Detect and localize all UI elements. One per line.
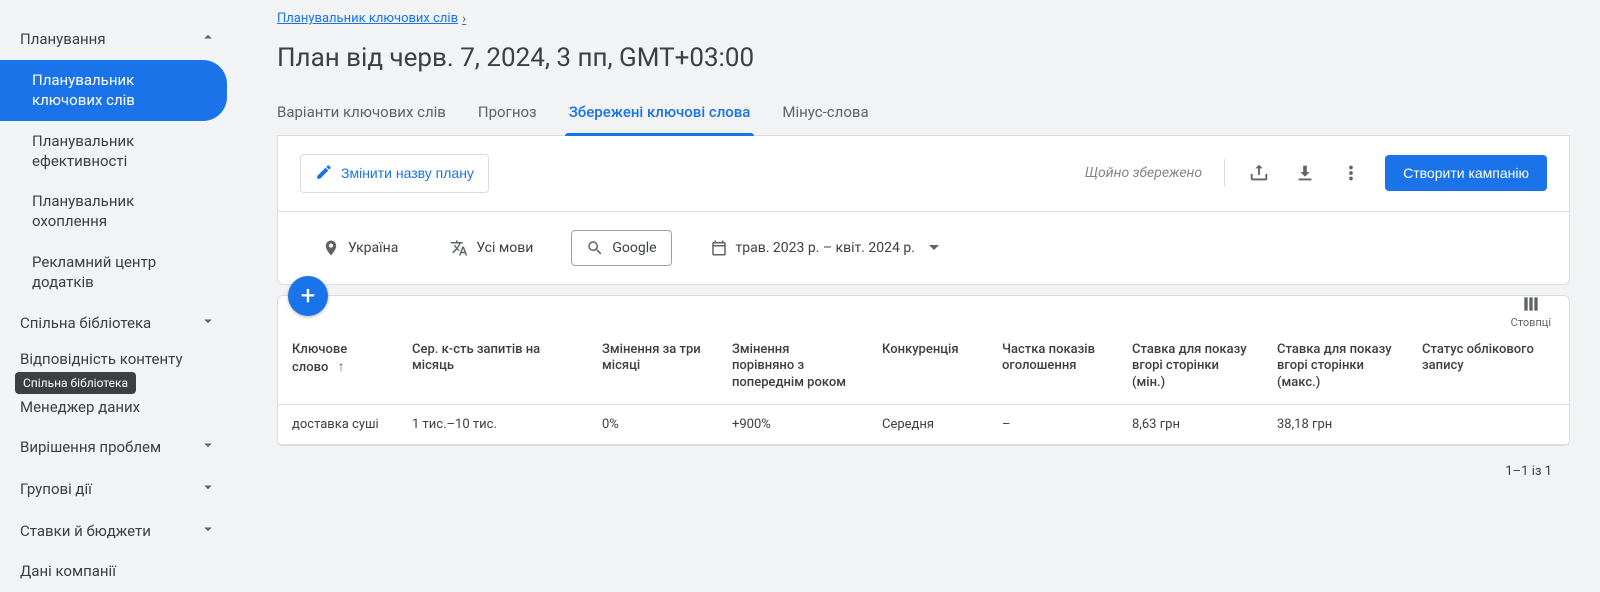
col-account-status[interactable]: Статус облікового запису xyxy=(1408,330,1569,405)
filter-network[interactable]: Google xyxy=(571,230,671,266)
sidebar-section-label: Менеджер даних xyxy=(20,398,140,416)
sidebar-section-label: Спільна бібліотека xyxy=(20,314,151,332)
dropdown-icon xyxy=(929,245,939,250)
breadcrumb-label: Планувальник ключових слів xyxy=(277,11,458,26)
filter-language-label: Усі мови xyxy=(476,240,533,256)
chevron-right-icon: › xyxy=(462,11,466,27)
sidebar-item-app-ad-center[interactable]: Рекламний центр додатків xyxy=(0,242,227,303)
cell-change-3m: 0% xyxy=(588,405,718,445)
sidebar-section-label: Дані компанії xyxy=(20,562,116,580)
pagination: 1–1 із 1 xyxy=(277,446,1570,497)
search-icon xyxy=(586,239,604,257)
main-content: Планувальник ключових слів › План від че… xyxy=(237,0,1600,592)
filter-language[interactable]: Усі мови xyxy=(436,231,547,265)
cell-bid-low: 8,63 грн xyxy=(1118,405,1263,445)
toolbar: Змінити назву плану Щойно збережено Ство… xyxy=(278,136,1569,212)
keywords-table: Ключове слово ↑ Сер. к-сть запитів на мі… xyxy=(278,330,1569,446)
tab-keyword-ideas[interactable]: Варіанти ключових слів xyxy=(277,93,446,135)
calendar-icon xyxy=(710,239,728,257)
pencil-icon xyxy=(315,163,333,184)
sidebar-section-planning[interactable]: Планування xyxy=(0,18,237,60)
sidebar-section-troubleshooting[interactable]: Вирішення проблем xyxy=(0,426,237,468)
create-campaign-button[interactable]: Створити кампанію xyxy=(1385,155,1547,191)
sort-asc-icon: ↑ xyxy=(338,359,345,375)
sidebar-section-bulk-actions[interactable]: Групові дії xyxy=(0,468,237,510)
more-vert-icon xyxy=(1340,162,1362,184)
cell-account-status xyxy=(1408,405,1569,445)
divider xyxy=(1224,159,1225,187)
filter-network-label: Google xyxy=(612,240,656,256)
filter-location-label: Україна xyxy=(348,240,398,256)
filter-date-label: трав. 2023 р. – квіт. 2024 р. xyxy=(736,240,915,256)
plus-icon: + xyxy=(301,281,316,311)
sidebar: Планування Планувальник ключових слів Пл… xyxy=(0,0,237,592)
col-bid-high[interactable]: Ставка для показу вгорі сторінки (макс.) xyxy=(1263,330,1408,405)
download-button[interactable] xyxy=(1293,161,1317,185)
sidebar-section-content-suitability[interactable]: Відповідність контенту xyxy=(0,344,237,374)
sidebar-section-shared-library[interactable]: Спільна бібліотека xyxy=(0,302,237,344)
rename-plan-button[interactable]: Змінити назву плану xyxy=(300,154,489,193)
sidebar-section-label: Групові дії xyxy=(20,480,92,498)
sidebar-item-reach-planner[interactable]: Планувальник охоплення xyxy=(0,181,227,242)
columns-label: Стовпці xyxy=(1511,316,1551,329)
sidebar-section-company-data[interactable]: Дані компанії xyxy=(0,552,237,590)
sidebar-section-label: Відповідність контенту xyxy=(20,350,183,368)
rename-plan-label: Змінити назву плану xyxy=(341,165,474,181)
chevron-down-icon xyxy=(199,478,217,500)
more-button[interactable] xyxy=(1339,161,1363,185)
sidebar-item-keyword-planner[interactable]: Планувальник ключових слів xyxy=(0,60,227,121)
tabs: Варіанти ключових слів Прогноз Збережені… xyxy=(277,93,1570,136)
filter-location[interactable]: Україна xyxy=(308,231,412,265)
sidebar-section-label: Вирішення проблем xyxy=(20,438,161,456)
col-keyword[interactable]: Ключове слово ↑ xyxy=(278,330,398,405)
col-change-yoy[interactable]: Змінення порівняно з попереднім роком xyxy=(718,330,868,405)
share-icon xyxy=(1248,162,1270,184)
cell-avg-monthly: 1 тис.–10 тис. xyxy=(398,405,588,445)
table-row[interactable]: доставка суші 1 тис.–10 тис. 0% +900% Се… xyxy=(278,405,1569,445)
cell-competition: Середня xyxy=(868,405,988,445)
tab-saved-keywords[interactable]: Збережені ключові слова xyxy=(569,93,751,135)
chevron-down-icon xyxy=(199,436,217,458)
col-avg-monthly[interactable]: Сер. к-сть запитів на місяць xyxy=(398,330,588,405)
chevron-down-icon xyxy=(199,312,217,334)
saved-status: Щойно збережено xyxy=(1085,165,1202,181)
col-change-3m[interactable]: Змінення за три місяці xyxy=(588,330,718,405)
filters-row: Україна Усі мови Google трав. 2023 р. – … xyxy=(278,212,1569,284)
filter-date-range[interactable]: трав. 2023 р. – квіт. 2024 р. xyxy=(696,231,953,265)
cell-keyword: доставка суші xyxy=(278,405,398,445)
chevron-down-icon xyxy=(199,520,217,542)
columns-button[interactable]: Стовпці xyxy=(1511,294,1551,329)
cell-change-yoy: +900% xyxy=(718,405,868,445)
share-button[interactable] xyxy=(1247,161,1271,185)
translate-icon xyxy=(450,239,468,257)
sidebar-section-label: Планування xyxy=(20,30,106,48)
download-icon xyxy=(1294,162,1316,184)
add-keyword-fab[interactable]: + xyxy=(288,276,328,316)
sidebar-item-performance-planner[interactable]: Планувальник ефективності xyxy=(0,121,227,182)
tab-negative-keywords[interactable]: Мінус-слова xyxy=(782,93,868,135)
tooltip: Спільна бібліотека xyxy=(15,372,136,394)
sidebar-section-bids-budgets[interactable]: Ставки й бюджети xyxy=(0,510,237,552)
col-impr-share[interactable]: Частка показів оголошення xyxy=(988,330,1118,405)
keywords-table-card: + Стовпці Ключове слово ↑ Сер. к-сть зап… xyxy=(277,295,1570,447)
cell-bid-high: 38,18 грн xyxy=(1263,405,1408,445)
breadcrumb[interactable]: Планувальник ключових слів › xyxy=(277,11,466,27)
page-title: План від черв. 7, 2024, 3 пп, GMT+03:00 xyxy=(277,43,1570,73)
tab-forecast[interactable]: Прогноз xyxy=(478,93,537,135)
col-competition[interactable]: Конкуренція xyxy=(868,330,988,405)
cell-impr-share: – xyxy=(988,405,1118,445)
sidebar-section-label: Ставки й бюджети xyxy=(20,522,151,540)
chevron-up-icon xyxy=(199,28,217,50)
columns-icon xyxy=(1521,294,1541,314)
col-bid-low[interactable]: Ставка для показу вгорі сторінки (мін.) xyxy=(1118,330,1263,405)
location-icon xyxy=(322,239,340,257)
